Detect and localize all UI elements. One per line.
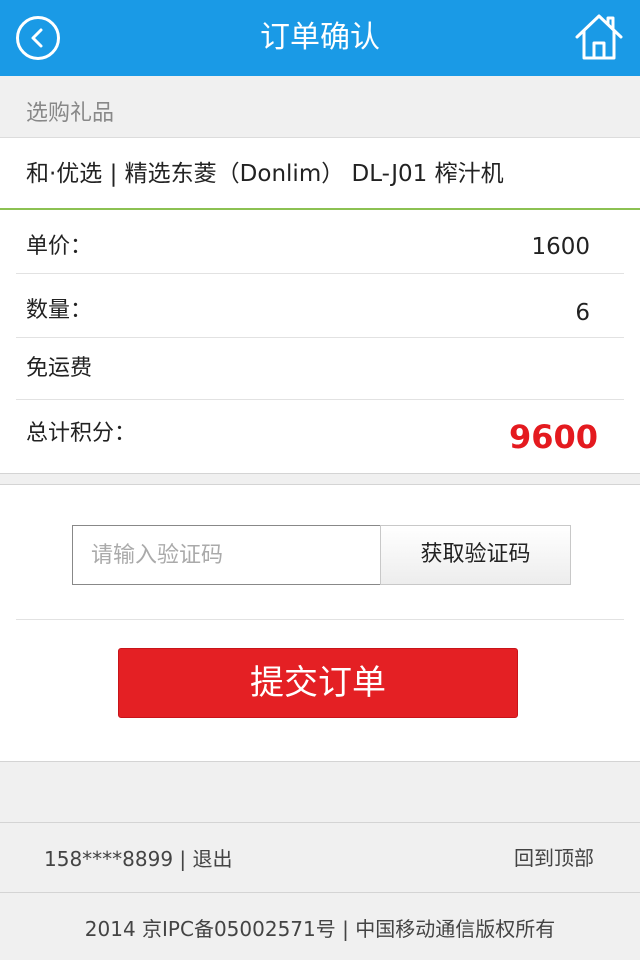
shipping-label: 免运费 bbox=[26, 356, 93, 381]
section-header: 选购礼品 bbox=[0, 76, 640, 138]
user-info: 158****8899 | 退出 bbox=[44, 823, 233, 895]
home-icon bbox=[575, 14, 623, 60]
section-title: 选购礼品 bbox=[26, 101, 115, 126]
unit-price-row: 单价： 1600 bbox=[0, 210, 640, 274]
page-title: 订单确认 bbox=[260, 20, 380, 55]
footer-separator: | bbox=[173, 847, 193, 871]
home-button[interactable] bbox=[574, 12, 624, 62]
get-code-button[interactable]: 获取验证码 bbox=[380, 525, 571, 585]
shipping-row: 免运费 bbox=[0, 338, 640, 400]
quantity-row: 数量： 6 bbox=[0, 274, 640, 338]
verification-code-input[interactable] bbox=[72, 525, 381, 585]
order-info: 单价： 1600 数量： 6 免运费 总计积分： 9600 bbox=[0, 210, 640, 474]
total-points-value: 9600 bbox=[508, 418, 598, 456]
copyright-text: 2014 京IPC备05002571号 | 中国移动通信版权所有 bbox=[84, 917, 556, 941]
verification-section: 获取验证码 提交订单 bbox=[0, 484, 640, 762]
logout-link[interactable]: 退出 bbox=[193, 847, 233, 871]
footer-user-bar: 158****8899 | 退出 回到顶部 bbox=[0, 822, 640, 892]
user-phone: 158****8899 bbox=[44, 847, 174, 871]
footer-copyright: 2014 京IPC备05002571号 | 中国移动通信版权所有 bbox=[0, 892, 640, 960]
submit-order-button[interactable]: 提交订单 bbox=[118, 648, 518, 718]
total-label: 总计积分： bbox=[26, 421, 137, 446]
total-row: 总计积分： 9600 bbox=[0, 400, 640, 474]
product-name: 和·优选 | 精选东菱（Donlim） DL-J01 榨汁机 bbox=[26, 161, 504, 187]
back-to-top-link[interactable]: 回到顶部 bbox=[514, 823, 594, 893]
section-divider bbox=[16, 619, 624, 620]
app-header: 订单确认 bbox=[0, 0, 640, 76]
product-row: 和·优选 | 精选东菱（Donlim） DL-J01 榨汁机 bbox=[0, 138, 640, 210]
